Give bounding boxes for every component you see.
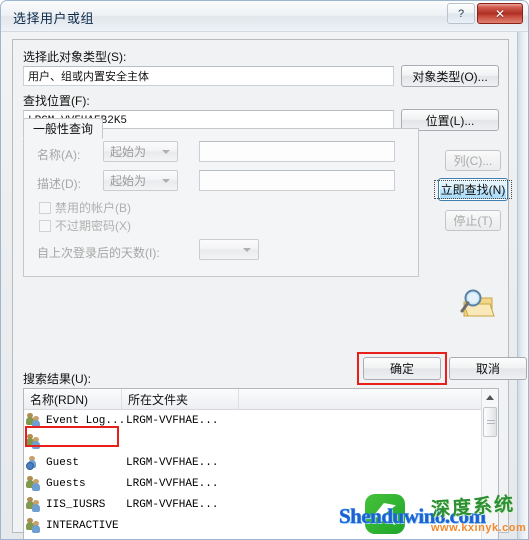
group-icon (26, 496, 46, 514)
name-input[interactable] (199, 141, 395, 162)
scrollbar-thumb[interactable] (483, 407, 497, 437)
name-condition-value: 起始为 (110, 145, 147, 159)
disabled-accounts-checkbox[interactable]: 禁用的帐户(B) (39, 199, 131, 216)
table-row[interactable]: INTERACTIVE (24, 515, 498, 536)
ok-button[interactable]: 确定 (363, 357, 441, 380)
user-icon (26, 454, 46, 472)
description-label: 描述(D): (37, 177, 81, 191)
description-input[interactable] (199, 170, 395, 191)
chevron-down-icon (162, 149, 170, 154)
find-now-label: 立即查找(N) (433, 180, 513, 199)
name-condition-select[interactable]: 起始为 (103, 141, 178, 162)
search-folder-icon (456, 288, 496, 322)
disabled-accounts-label: 禁用的帐户(B) (55, 201, 131, 215)
help-icon[interactable]: ? (447, 3, 475, 24)
window-title: 选择用户或组 (13, 11, 95, 26)
checkbox-box (39, 219, 51, 232)
object-type-button[interactable]: 对象类型(O)... (401, 65, 499, 87)
non-expiring-password-checkbox[interactable]: 不过期密码(X) (39, 217, 131, 234)
checkbox-box (39, 201, 51, 214)
column-header-folder[interactable]: 所在文件夹 (122, 389, 239, 409)
cancel-button[interactable]: 取消 (449, 357, 527, 380)
description-condition-select[interactable]: 起始为 (103, 170, 178, 191)
title-bar: 选择用户或组 ? ✕ (1, 1, 528, 32)
row-folder: LRGM-VVFHAE... (126, 414, 219, 427)
find-now-button[interactable]: 立即查找(N) (433, 178, 513, 201)
row-name: Guest (46, 456, 80, 469)
row-name: Event Log... (46, 414, 126, 427)
list-scrollbar[interactable] (481, 389, 498, 539)
stop-button[interactable]: 停止(T) (445, 210, 501, 231)
select-users-or-groups-dialog: 选择用户或组 ? ✕ 选择此对象类型(S): 用户、组或内置安全主体 对象类型(… (0, 0, 529, 540)
group-icon (26, 433, 46, 451)
search-results-label: 搜索结果(U): (23, 372, 91, 386)
row-folder: LRGM-VVFHAE... (126, 456, 219, 469)
group-icon (26, 475, 46, 493)
table-row[interactable]: IIS_IUSRS LRGM-VVFHAE... (24, 494, 498, 515)
row-name: Guests (46, 477, 86, 490)
dialog-content: 选择此对象类型(S): 用户、组或内置安全主体 对象类型(O)... 查找位置(… (12, 39, 527, 539)
days-since-login-label: 自上次登录后的天数(I): (37, 246, 160, 260)
object-type-label: 选择此对象类型(S): (23, 50, 127, 64)
column-header-blank[interactable] (239, 389, 498, 409)
row-name: INTERACTIVE (46, 519, 119, 532)
row-name: Everyone (46, 435, 99, 448)
non-expiring-password-label: 不过期密码(X) (55, 219, 131, 233)
group-icon (26, 517, 46, 535)
object-type-field[interactable]: 用户、组或内置安全主体 (23, 66, 394, 86)
table-row[interactable]: Everyone (24, 431, 498, 452)
search-results-list[interactable]: 名称(RDN) 所在文件夹 Event Log... LRGM-VVFHAE...… (23, 388, 499, 539)
chevron-down-icon (243, 247, 251, 252)
name-label: 名称(A): (37, 148, 81, 162)
list-header: 名称(RDN) 所在文件夹 (24, 389, 498, 410)
table-row[interactable]: Guest LRGM-VVFHAE... (24, 452, 498, 473)
column-header-name[interactable]: 名称(RDN) (24, 389, 122, 409)
table-row[interactable]: Guests LRGM-VVFHAE... (24, 473, 498, 494)
tab-common-queries[interactable]: 一般性查询 (23, 118, 104, 139)
row-name: IIS_IUSRS (46, 498, 106, 511)
row-folder: LRGM-VVFHAE... (126, 477, 219, 490)
table-row[interactable]: IUSR (24, 536, 498, 539)
list-body: Event Log... LRGM-VVFHAE... Everyone Guest L… (24, 410, 498, 539)
table-row[interactable]: Event Log... LRGM-VVFHAE... (24, 410, 498, 431)
close-icon[interactable]: ✕ (477, 3, 523, 24)
days-since-login-select[interactable] (199, 239, 259, 260)
description-condition-value: 起始为 (110, 174, 147, 188)
location-label: 查找位置(F): (23, 94, 90, 108)
row-folder: LRGM-VVFHAE... (126, 498, 219, 511)
group-icon (26, 412, 46, 430)
window-scrollbar[interactable] (517, 32, 528, 539)
columns-button[interactable]: 列(C)... (445, 150, 501, 171)
chevron-down-icon (162, 178, 170, 183)
scroll-up-icon[interactable] (482, 389, 498, 405)
